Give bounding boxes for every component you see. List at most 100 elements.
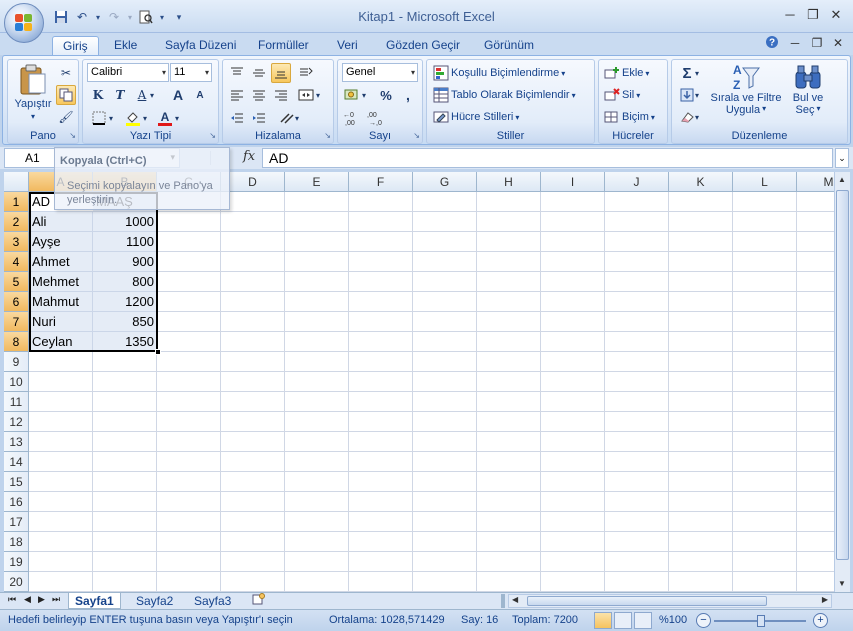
accounting-dropdown-icon[interactable]: ▾ [360,85,368,105]
minimize-button[interactable]: ─ [780,7,800,22]
italic-button[interactable]: T [110,85,130,105]
row-header[interactable]: 10 [4,372,29,392]
cell[interactable]: 800 [93,272,157,292]
vertical-scroll-thumb[interactable] [836,190,849,560]
column-header[interactable]: F [349,172,413,192]
conditional-formatting-button[interactable]: Koşullu Biçimlendirme ▾ [433,65,565,81]
close-button[interactable]: ✕ [826,7,846,23]
sort-filter-button[interactable]: AZ Sırala ve Filtre Uygula ▾ [710,62,782,116]
formula-input[interactable]: AD [262,148,833,168]
insert-cells-button[interactable]: Ekle ▾ [604,65,649,81]
format-painter-icon[interactable]: 🖌 [56,107,76,127]
underline-dropdown-icon[interactable]: ▾ [148,85,156,105]
row-header[interactable]: 11 [4,392,29,412]
scroll-right-icon[interactable]: ▶ [822,595,828,604]
row-header[interactable]: 14 [4,452,29,472]
prev-sheet-icon[interactable]: ◀ [24,594,31,605]
font-color-icon[interactable]: A [155,108,175,128]
sheet-tab-sayfa2[interactable]: Sayfa2 [130,593,179,609]
fill-color-dropdown-icon[interactable]: ▾ [141,108,149,128]
zoom-slider-knob[interactable] [757,615,765,627]
row-header[interactable]: 5 [4,272,29,292]
cell[interactable]: 1350 [93,332,157,352]
align-left-icon[interactable] [227,85,247,105]
column-header[interactable]: I [541,172,605,192]
row-header[interactable]: 1 [4,192,29,212]
zoom-level[interactable]: %100 [659,614,687,626]
row-header[interactable]: 6 [4,292,29,312]
row-header[interactable]: 15 [4,472,29,492]
row-header[interactable]: 13 [4,432,29,452]
percent-button[interactable]: % [376,85,396,105]
align-bottom-icon[interactable] [271,63,291,83]
fill-dropdown-icon[interactable]: ▾ [693,85,701,105]
tab-veri[interactable]: Veri [327,36,368,55]
scroll-left-icon[interactable]: ◀ [512,595,518,604]
cell[interactable]: 1100 [93,232,157,252]
column-header[interactable]: K [669,172,733,192]
pano-launcher-icon[interactable]: ↘ [69,131,76,140]
column-header[interactable]: H [477,172,541,192]
row-header[interactable]: 20 [4,572,29,592]
tab-ekle[interactable]: Ekle [104,36,147,55]
last-sheet-icon[interactable]: ⏭ [52,594,60,605]
cell[interactable]: Ceylan [29,332,93,352]
column-header[interactable]: D [221,172,285,192]
row-header[interactable]: 12 [4,412,29,432]
row-header[interactable]: 18 [4,532,29,552]
insert-function-button[interactable]: fx [243,149,255,164]
worksheet-grid[interactable]: ABCDEFGHIJKLM123456789101112131415161718… [4,172,834,592]
page-layout-view-icon[interactable] [614,612,632,629]
scroll-down-icon[interactable]: ▼ [835,576,849,592]
delete-cells-button[interactable]: Sil ▾ [604,87,640,103]
shrink-font-button[interactable]: A [190,85,210,105]
normal-view-icon[interactable] [594,612,612,629]
merge-dropdown-icon[interactable]: ▾ [314,85,322,105]
tab-formuller[interactable]: Formüller [248,36,319,55]
cell[interactable]: Mehmet [29,272,93,292]
cell[interactable]: 1200 [93,292,157,312]
accounting-format-icon[interactable] [342,85,362,105]
number-format-combo[interactable]: Genel ▾ [342,63,418,82]
align-right-icon[interactable] [271,85,291,105]
row-header[interactable]: 7 [4,312,29,332]
tab-gorunum[interactable]: Görünüm [474,36,544,55]
cut-icon[interactable]: ✂ [56,63,76,83]
zoom-out-icon[interactable]: − [696,613,711,628]
decrease-decimal-icon[interactable]: ,00 →,0 [366,108,388,128]
cell-styles-button[interactable]: Hücre Stilleri ▾ [433,109,519,125]
row-header[interactable]: 8 [4,332,29,352]
scroll-up-icon[interactable]: ▲ [835,172,849,188]
select-all-corner[interactable] [4,172,29,192]
cell[interactable]: 900 [93,252,157,272]
cell[interactable]: 850 [93,312,157,332]
row-header[interactable]: 19 [4,552,29,572]
copy-icon[interactable] [56,85,76,105]
horizontal-scroll-thumb[interactable] [527,596,767,606]
row-header[interactable]: 4 [4,252,29,272]
sheet-tab-sayfa3[interactable]: Sayfa3 [188,593,237,609]
column-header[interactable]: G [413,172,477,192]
align-launcher-icon[interactable]: ↘ [324,131,331,140]
font-size-combo[interactable]: 11 ▾ [170,63,212,82]
align-center-icon[interactable] [249,85,269,105]
align-top-icon[interactable] [227,63,247,83]
format-as-table-button[interactable]: Tablo Olarak Biçimlendir ▾ [433,87,576,103]
tab-gozden-gecir[interactable]: Gözden Geçir [376,36,470,55]
column-header[interactable]: J [605,172,669,192]
fill-handle[interactable] [155,349,161,355]
font-name-dropdown-icon[interactable]: ▾ [162,64,166,81]
orientation-icon[interactable] [296,63,316,83]
cell[interactable]: 1000 [93,212,157,232]
font-launcher-icon[interactable]: ↘ [209,131,216,140]
formula-expand-icon[interactable]: ⌄ [835,148,849,168]
sheet-tab-sayfa1[interactable]: Sayfa1 [68,593,121,609]
insert-sheet-icon[interactable] [246,593,272,609]
autosum-dropdown-icon[interactable]: ▾ [693,63,701,83]
office-button[interactable] [4,3,44,43]
font-color-dropdown-icon[interactable]: ▾ [173,108,181,128]
row-header[interactable]: 17 [4,512,29,532]
cell[interactable]: Ali [29,212,93,232]
tab-sayfa-duzeni[interactable]: Sayfa Düzeni [155,36,246,55]
row-header[interactable]: 3 [4,232,29,252]
